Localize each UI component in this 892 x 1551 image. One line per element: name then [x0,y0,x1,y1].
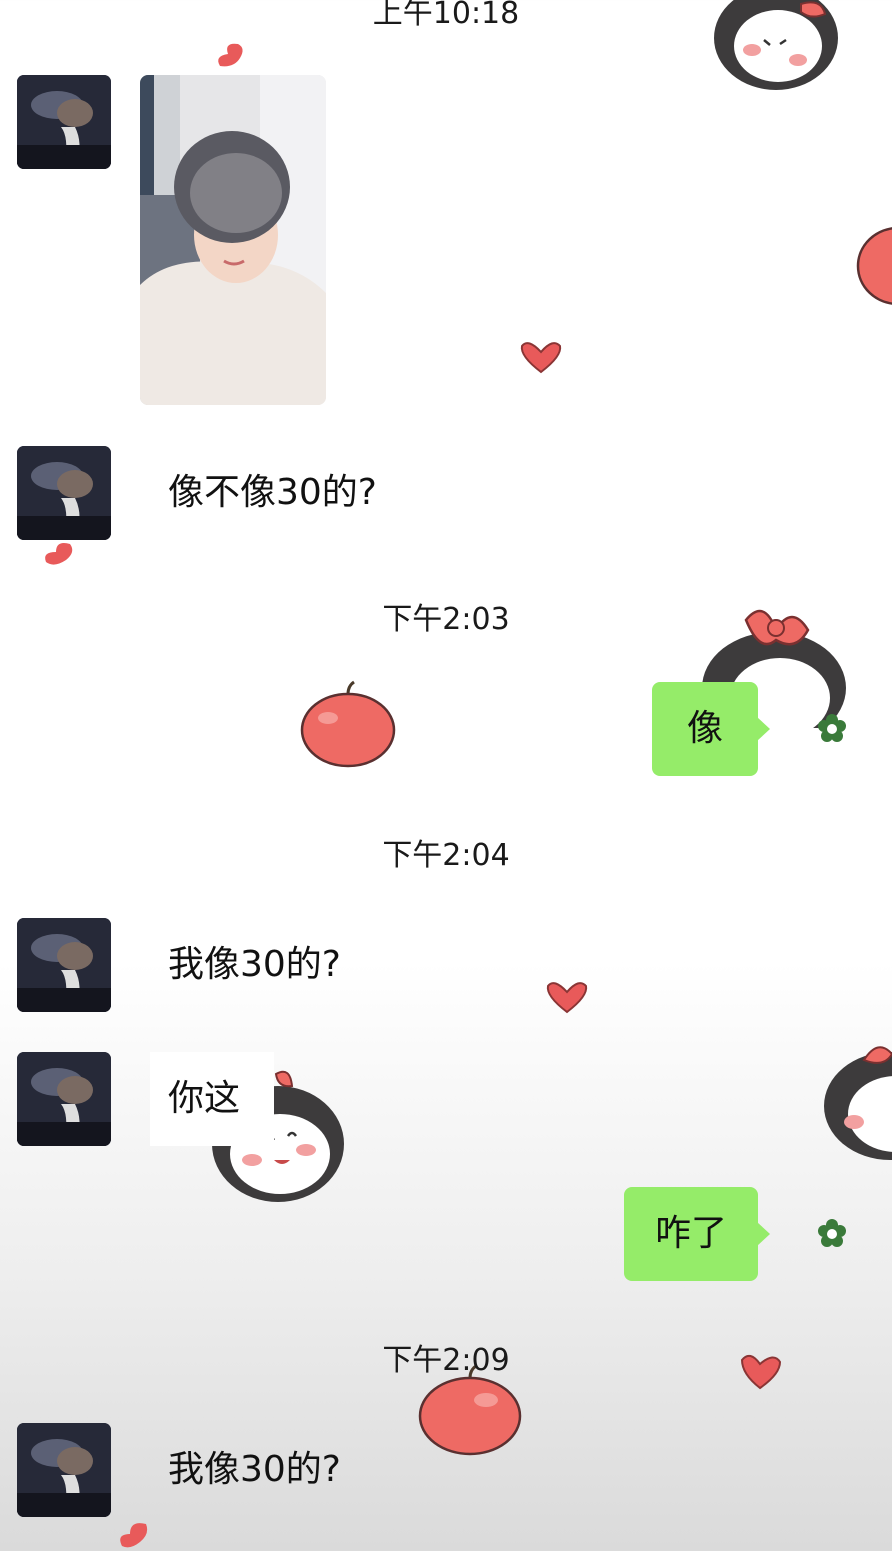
heart-icon [218,43,243,67]
heart-icon [45,543,73,565]
contact-avatar[interactable] [17,1423,111,1517]
incoming-message-text[interactable]: 像不像30的? [168,470,377,516]
apple-icon [300,680,396,768]
incoming-message-text[interactable]: 你这 [150,1052,274,1146]
contact-avatar[interactable] [17,446,111,540]
timestamp: 上午10:18 [372,0,520,31]
heart-icon [546,982,588,1014]
timestamp: 下午2:09 [382,1343,510,1378]
cartoon-girl-sticker [824,1046,892,1160]
outgoing-message-bubble[interactable]: 咋了 [624,1187,770,1281]
incoming-message-text[interactable]: 我像30的? [168,1447,341,1493]
timestamp: 下午2:03 [382,602,510,637]
chat-wallpaper [0,0,892,1551]
photo-message[interactable] [140,75,326,405]
timestamp: 下午2:04 [382,838,510,873]
contact-avatar[interactable] [17,1052,111,1146]
incoming-message-text[interactable]: 我像30的? [168,942,341,988]
heart-icon [520,342,562,374]
contact-avatar[interactable] [17,918,111,1012]
heart-icon [120,1523,148,1548]
outgoing-message-bubble[interactable]: 像 [652,682,770,776]
flower-status-icon [818,714,846,742]
contact-avatar[interactable] [17,75,111,169]
apple-icon [856,227,892,305]
flower-status-icon [818,1219,846,1247]
